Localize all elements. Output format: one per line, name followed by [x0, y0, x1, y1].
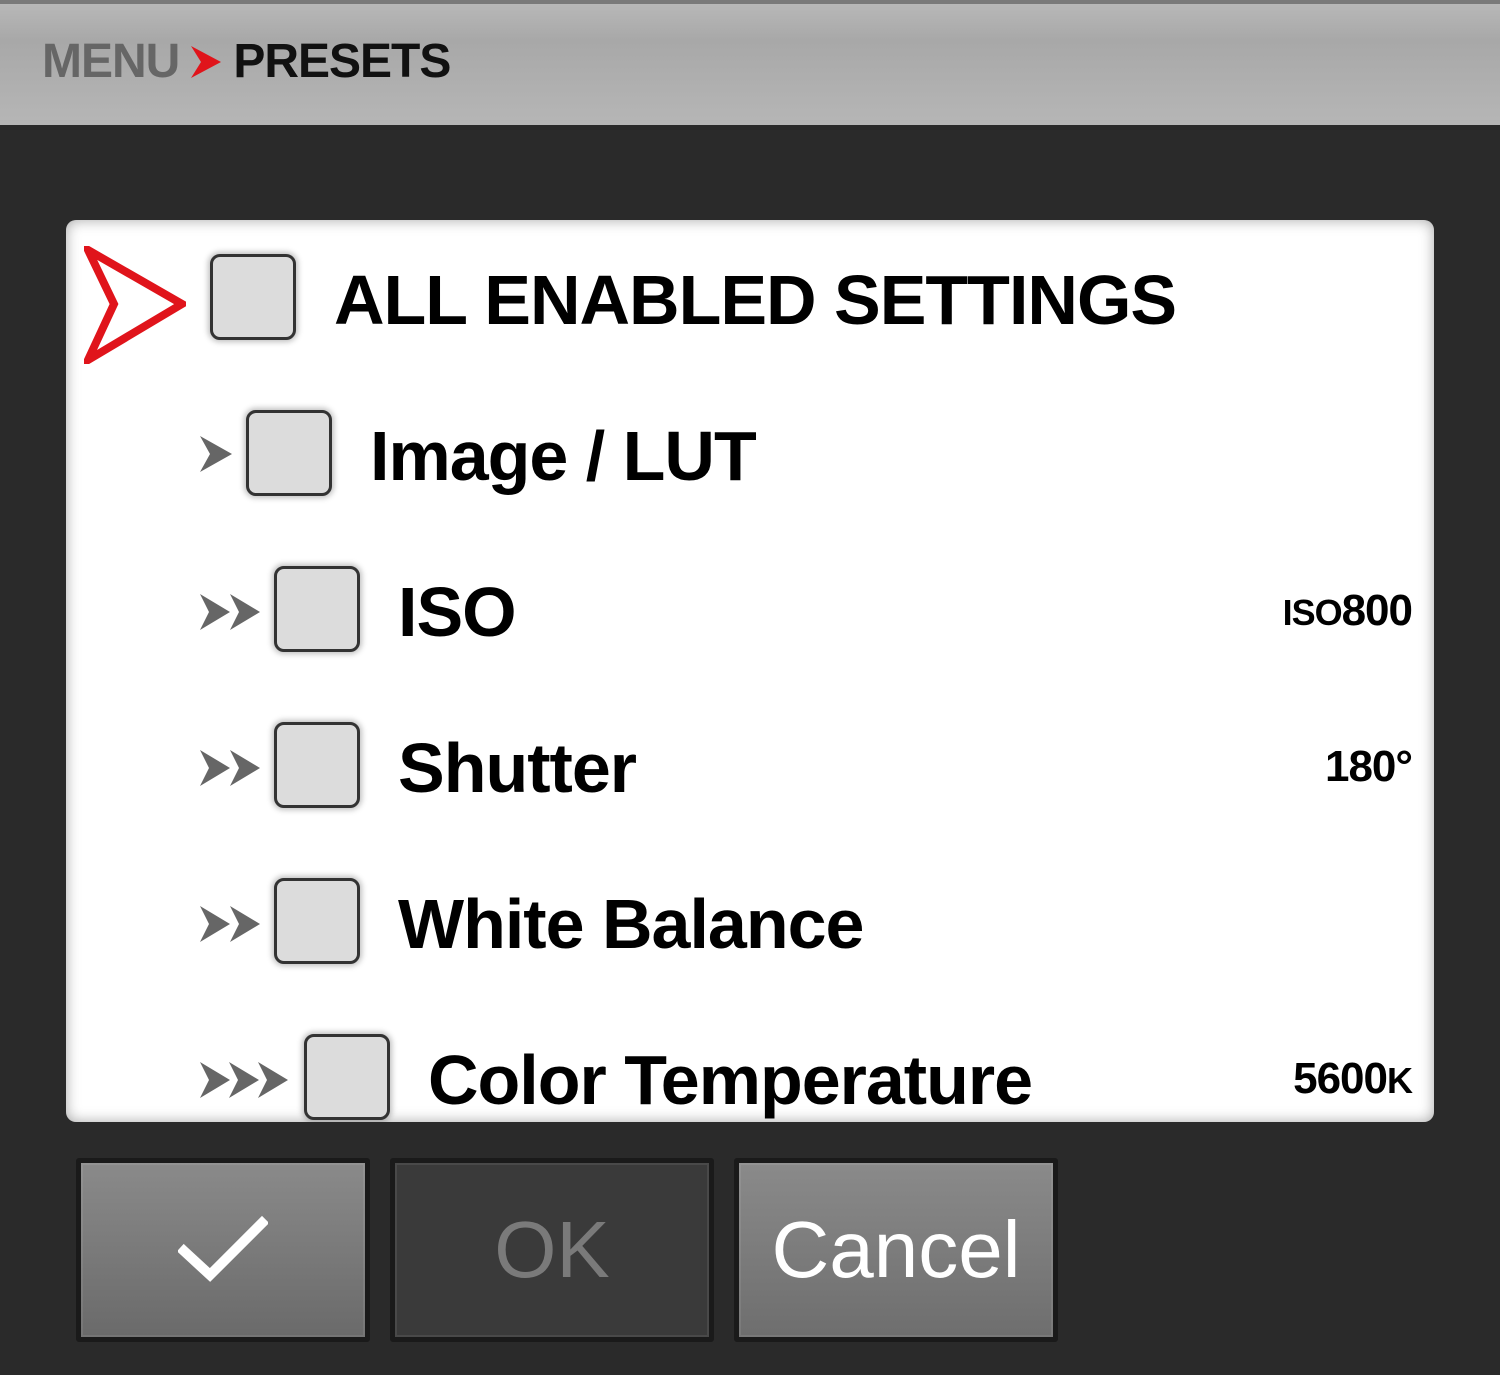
checkbox-image-lut[interactable]	[246, 410, 332, 496]
double-chevron-icon	[200, 594, 260, 630]
list-item-shutter[interactable]: Shutter 180°	[66, 698, 1434, 828]
iso-value: ISO800	[1282, 586, 1413, 635]
checkbox-white-balance[interactable]	[274, 878, 360, 964]
chevron-right-icon	[191, 45, 222, 78]
item-label: ISO	[398, 573, 517, 651]
presets-settings-list: ALL ENABLED SETTINGS Image / LUT ISO ISO…	[66, 220, 1434, 1122]
ok-button-label: OK	[494, 1205, 610, 1294]
list-item-all-enabled-settings[interactable]: ALL ENABLED SETTINGS	[66, 230, 1434, 364]
double-chevron-icon	[200, 750, 260, 786]
checkbox-all-enabled-settings[interactable]	[210, 254, 296, 340]
item-label: White Balance	[398, 885, 864, 963]
cancel-button-label: Cancel	[771, 1205, 1021, 1294]
list-item-iso[interactable]: ISO ISO800	[66, 542, 1434, 672]
double-chevron-icon	[200, 906, 260, 942]
triple-chevron-icon	[200, 1062, 288, 1098]
breadcrumb-menu[interactable]: MENU	[42, 34, 180, 89]
shutter-value: 180°	[1324, 742, 1413, 791]
cancel-button[interactable]: Cancel	[734, 1158, 1058, 1342]
list-item-color-temperature[interactable]: Color Temperature 5600K	[66, 1010, 1434, 1122]
expand-chevron-icon	[200, 436, 232, 472]
item-label: Shutter	[398, 729, 637, 807]
checkbox-color-temperature[interactable]	[304, 1034, 390, 1120]
red-outline-arrow-icon	[84, 246, 186, 364]
list-item-white-balance[interactable]: White Balance	[66, 854, 1434, 984]
item-label: Image / LUT	[370, 417, 757, 495]
breadcrumb-presets: PRESETS	[233, 35, 451, 88]
list-item-image-lut[interactable]: Image / LUT	[66, 386, 1434, 516]
item-label: Color Temperature	[428, 1041, 1033, 1119]
ok-button[interactable]: OK	[390, 1158, 714, 1342]
checkmark-icon	[178, 1215, 268, 1282]
confirm-button[interactable]	[76, 1158, 370, 1342]
breadcrumb: MENU PRESETS	[42, 34, 451, 89]
checkbox-iso[interactable]	[274, 566, 360, 652]
item-label: ALL ENABLED SETTINGS	[334, 261, 1177, 339]
checkbox-shutter[interactable]	[274, 722, 360, 808]
color-temperature-value: 5600K	[1293, 1054, 1413, 1103]
header-bar: MENU PRESETS	[0, 0, 1500, 125]
